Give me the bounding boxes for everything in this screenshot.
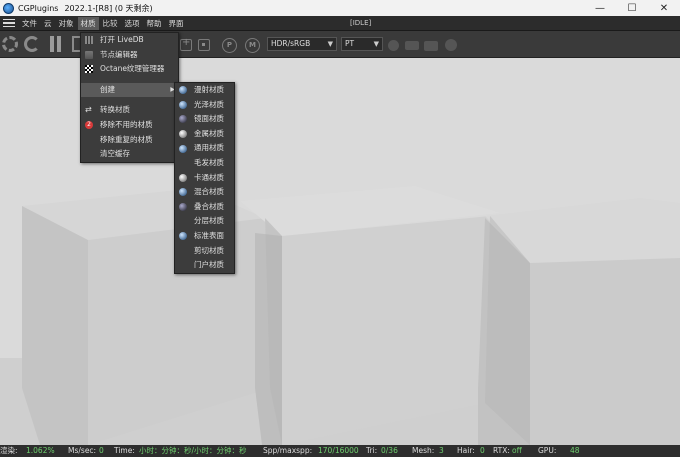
app-logo-icon bbox=[3, 2, 14, 14]
hair-value: 0 bbox=[480, 446, 485, 455]
submenu-item-composite[interactable]: 叠合材质 bbox=[175, 200, 234, 215]
cube-left-front bbox=[22, 206, 88, 445]
material-sphere-icon bbox=[179, 115, 187, 124]
ms-per-sec-label: Ms/sec: bbox=[68, 446, 97, 455]
material-sphere-icon bbox=[179, 144, 187, 153]
menu-item-create[interactable]: 创建 ▶ bbox=[81, 82, 178, 98]
submenu-item-metallic[interactable]: 金属材质 bbox=[175, 127, 234, 142]
submenu-item-toon[interactable]: 卡通材质 bbox=[175, 171, 234, 186]
submenu-item-standard-surface[interactable]: 标准表面 bbox=[175, 229, 234, 244]
time-value: 小时：分钟：秒/小时：分钟：秒 bbox=[139, 446, 247, 455]
render-aperture-icon[interactable] bbox=[2, 36, 18, 52]
chevron-down-icon: ▼ bbox=[327, 40, 333, 48]
material-menu: 打开 LiveDB 节点编辑器 Octane纹理管理器 创建 ▶ ⇄ 转换材质 … bbox=[80, 32, 179, 163]
pick-region-icon[interactable] bbox=[198, 39, 210, 51]
menu-help[interactable]: 帮助 bbox=[144, 17, 165, 30]
hamburger-menu-icon[interactable] bbox=[3, 18, 15, 28]
submenu-item-glossy[interactable]: 光泽材质 bbox=[175, 98, 234, 113]
menu-bar: 文件 云 对象 材质 比较 选项 帮助 界面 [IDLE] bbox=[0, 16, 680, 31]
menu-file[interactable]: 文件 bbox=[19, 17, 40, 30]
rtx-label: RTX: bbox=[493, 446, 510, 455]
sphere-preview-icon[interactable] bbox=[388, 40, 399, 51]
color-space-value: HDR/sRGB bbox=[271, 39, 311, 48]
material-sphere-icon bbox=[179, 100, 187, 109]
mesh-label: Mesh: bbox=[412, 446, 435, 455]
menu-interface[interactable]: 界面 bbox=[166, 17, 187, 30]
submenu-item-layered[interactable]: 分层材质 bbox=[175, 214, 234, 229]
spp-label: Spp/maxspp: bbox=[263, 446, 313, 455]
tri-value: 0/36 bbox=[381, 446, 398, 455]
maximize-button[interactable]: ☐ bbox=[616, 0, 648, 16]
pick-material-icon[interactable]: M bbox=[245, 38, 260, 53]
menu-item-remove-duplicates[interactable]: 移除重复的材质 bbox=[81, 133, 178, 148]
create-submenu: 漫射材质 光泽材质 镜面材质 金属材质 通用材质 毛发材质 卡通材质 混合材质 … bbox=[174, 82, 235, 274]
pick-focus-icon[interactable]: P bbox=[222, 38, 237, 53]
swap-icon: ⇄ bbox=[85, 105, 92, 115]
color-space-select[interactable]: HDR/sRGB ▼ bbox=[267, 37, 337, 51]
gpu-label: GPU: bbox=[538, 446, 557, 455]
add-region-icon[interactable] bbox=[180, 37, 192, 51]
cube-right-side bbox=[530, 258, 680, 445]
render-progress-value: 1.062% bbox=[26, 446, 55, 455]
remove-badge-icon: 2 bbox=[85, 121, 93, 130]
menu-item-remove-unused[interactable]: 2 移除不用的材质 bbox=[81, 118, 178, 133]
material-sphere-icon bbox=[179, 232, 187, 241]
submenu-item-diffuse[interactable]: 漫射材质 bbox=[175, 83, 234, 98]
spp-value: 170/16000 bbox=[318, 446, 359, 455]
title-bar: CGPlugins 2022.1-[R8] (0 天剩余) — ☐ ✕ bbox=[0, 0, 680, 16]
ms-per-sec-value: 0 bbox=[99, 446, 104, 455]
submenu-item-clipping[interactable]: 剪切材质 bbox=[175, 244, 234, 259]
submenu-item-specular[interactable]: 镜面材质 bbox=[175, 112, 234, 127]
close-button[interactable]: ✕ bbox=[648, 0, 680, 16]
submenu-item-portal[interactable]: 门户材质 bbox=[175, 258, 234, 273]
restart-render-icon[interactable] bbox=[24, 36, 40, 52]
camera-icon[interactable] bbox=[424, 41, 438, 51]
menu-object[interactable]: 对象 bbox=[56, 17, 77, 30]
app-version: 2022.1-[R8] (0 天剩余) bbox=[64, 3, 153, 13]
submenu-item-mix[interactable]: 混合材质 bbox=[175, 185, 234, 200]
app-name: CGPlugins bbox=[18, 3, 59, 13]
tri-label: Tri: bbox=[366, 446, 378, 455]
rtx-value: off bbox=[512, 446, 522, 455]
kernel-value: PT bbox=[345, 39, 355, 48]
render-status: [IDLE] bbox=[350, 19, 372, 27]
menu-item-open-livedb[interactable]: 打开 LiveDB bbox=[81, 33, 178, 48]
time-label: Time: bbox=[114, 446, 135, 455]
menu-material[interactable]: 材质 bbox=[77, 16, 99, 30]
menu-item-clear-cache[interactable]: 清空缓存 bbox=[81, 147, 178, 162]
mesh-value: 3 bbox=[439, 446, 444, 455]
material-sphere-icon bbox=[179, 173, 187, 182]
kernel-select[interactable]: PT ▼ bbox=[341, 37, 383, 51]
menu-compare[interactable]: 比较 bbox=[100, 17, 121, 30]
film-icon[interactable] bbox=[405, 41, 419, 50]
submenu-item-universal[interactable]: 通用材质 bbox=[175, 141, 234, 156]
menu-options[interactable]: 选项 bbox=[122, 17, 143, 30]
menu-item-texture-manager[interactable]: Octane纹理管理器 bbox=[81, 62, 178, 77]
material-sphere-icon bbox=[179, 86, 187, 95]
menu-item-convert-material[interactable]: ⇄ 转换材质 bbox=[81, 103, 178, 118]
checker-icon bbox=[85, 65, 93, 74]
hair-label: Hair: bbox=[457, 446, 475, 455]
menu-cloud[interactable]: 云 bbox=[41, 17, 55, 30]
pause-render-icon[interactable] bbox=[50, 36, 62, 52]
window-controls: — ☐ ✕ bbox=[584, 0, 680, 16]
grid-icon bbox=[85, 36, 93, 45]
material-sphere-icon bbox=[179, 188, 187, 197]
chevron-down-icon: ▼ bbox=[373, 40, 379, 48]
status-bar: 渲染: 1.062% Ms/sec: 0 Time: 小时：分钟：秒/小时：分钟… bbox=[0, 445, 680, 457]
node-editor-icon bbox=[85, 50, 93, 59]
material-sphere-icon bbox=[179, 203, 187, 212]
menu-item-node-editor[interactable]: 节点编辑器 bbox=[81, 48, 178, 63]
material-sphere-icon bbox=[179, 130, 187, 139]
gpu-value: 48 bbox=[570, 446, 580, 455]
submenu-item-hair[interactable]: 毛发材质 bbox=[175, 156, 234, 171]
minimize-button[interactable]: — bbox=[584, 0, 616, 16]
render-progress-label: 渲染: bbox=[0, 446, 18, 455]
settings-circle-icon[interactable] bbox=[445, 39, 457, 51]
